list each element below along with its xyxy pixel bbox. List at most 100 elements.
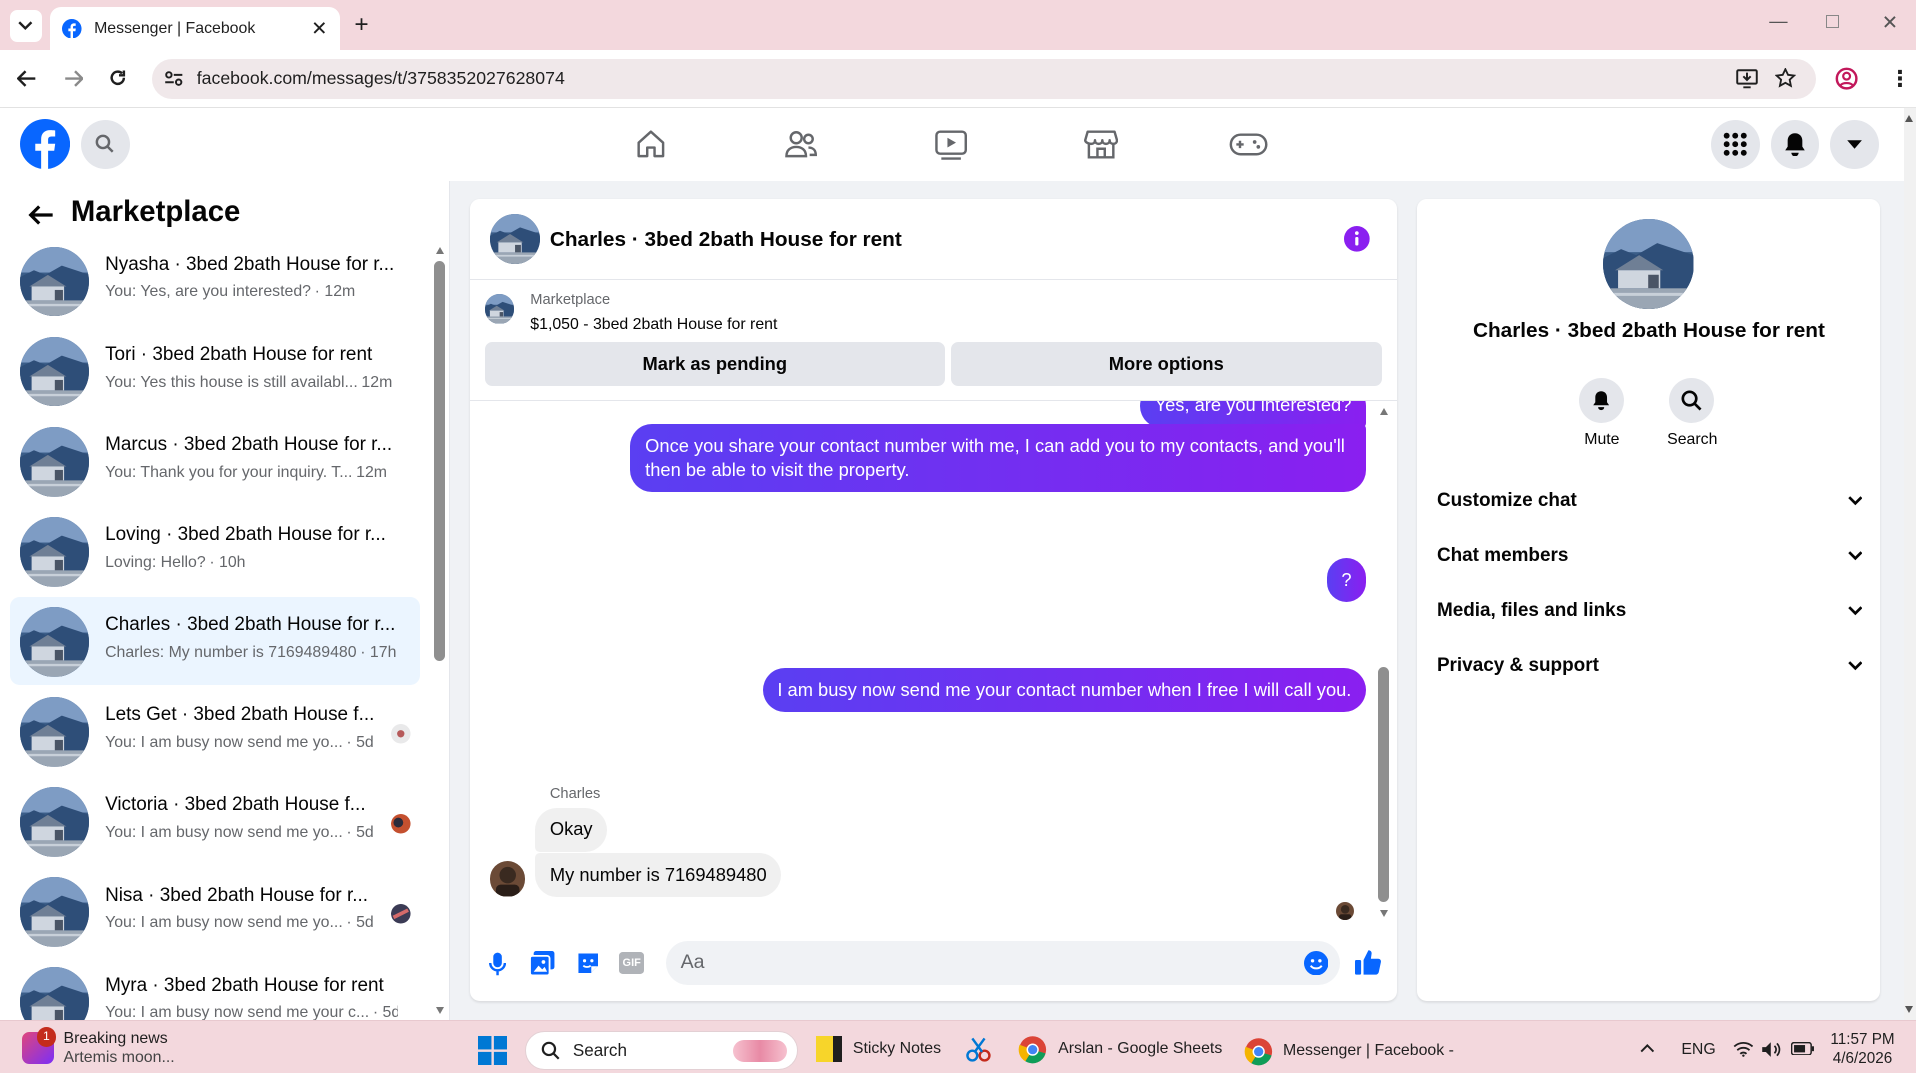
conversation-preview-text: Loving: Hello? (105, 553, 206, 571)
new-tab-button[interactable]: + (354, 11, 368, 39)
facebook-search-button[interactable] (80, 119, 130, 169)
news-widget[interactable]: 1 Breaking news Artemis moon... (21, 1027, 175, 1068)
sticker-icon[interactable] (576, 951, 600, 975)
info-avatar[interactable] (1603, 218, 1694, 310)
back-icon[interactable] (17, 69, 37, 87)
message-bubble-incoming: My number is 7169489480 (535, 852, 782, 897)
notifications-button[interactable] (1770, 119, 1820, 169)
customize-chat-row[interactable]: Customize chat (1437, 474, 1862, 528)
tab-close-icon[interactable]: ✕ (311, 17, 327, 41)
tab-search-button[interactable] (9, 9, 42, 42)
menu-button[interactable] (1710, 119, 1760, 169)
listing-source: Marketplace (530, 292, 611, 309)
window-close-button[interactable]: ✕ (1882, 11, 1898, 35)
friends-icon[interactable] (784, 128, 818, 160)
reload-icon[interactable] (108, 68, 128, 88)
search-icon (541, 1041, 560, 1060)
chat-scrollbar-thumb[interactable] (1378, 667, 1390, 902)
conversation-name: Charles · 3bed 2bath House for r... (105, 614, 396, 636)
profile-icon[interactable] (1835, 67, 1858, 90)
scroll-up-arrow[interactable] (436, 247, 445, 254)
conversation-time: 12m (361, 373, 393, 391)
scroll-down-arrow[interactable] (1379, 910, 1388, 917)
conversation-item[interactable]: Lets Get · 3bed 2bath House f... You: I a… (10, 687, 421, 775)
install-app-icon[interactable] (1736, 69, 1759, 89)
volume-icon[interactable] (1761, 1041, 1782, 1058)
wifi-icon[interactable] (1733, 1041, 1754, 1057)
taskbar-app-google-sheets[interactable]: Arslan - Google Sheets (1018, 1035, 1222, 1064)
forward-icon[interactable] (64, 69, 84, 87)
taskbar-app-messenger[interactable]: Messenger | Facebook - (1244, 1035, 1459, 1068)
search-in-conversation-button[interactable] (1669, 377, 1715, 423)
mute-button[interactable] (1578, 377, 1624, 423)
row-label: Media, files and links (1436, 599, 1627, 621)
site-info-icon[interactable] (164, 70, 184, 87)
conversation-preview: Loving: Hello? · 10h (105, 554, 398, 572)
scroll-down-arrow[interactable] (1904, 1005, 1913, 1013)
conversation-item[interactable]: Marcus · 3bed 2bath House for r... You: T… (10, 417, 421, 505)
windows-start-icon[interactable] (477, 1035, 508, 1066)
message-input[interactable]: Aa (665, 940, 1341, 985)
media-files-links-row[interactable]: Media, files and links (1437, 584, 1862, 638)
scroll-up-arrow[interactable] (1904, 115, 1913, 122)
facebook-header (0, 107, 1904, 181)
browser-menu-icon[interactable]: ⋮ (1889, 66, 1911, 92)
video-icon[interactable] (934, 128, 968, 161)
mark-as-pending-button[interactable]: Mark as pending (485, 342, 945, 387)
battery-icon[interactable] (1791, 1042, 1815, 1056)
conversation-item[interactable]: Nyasha · 3bed 2bath House for r... You: Y… (10, 237, 421, 325)
scroll-down-arrow[interactable] (436, 1006, 445, 1014)
info-icon[interactable] (1344, 226, 1370, 252)
clock[interactable]: 11:57 PM 4/6/2026 (1830, 1030, 1894, 1069)
chat-members-row[interactable]: Chat members (1437, 529, 1862, 583)
chat-title[interactable]: Charles · 3bed 2bath House for rent (550, 228, 902, 252)
conversation-item[interactable]: Loving · 3bed 2bath House for r... Loving… (10, 507, 421, 595)
message-bubble-outgoing: Once you share your contact number with … (630, 423, 1367, 493)
chevron-down-icon (1847, 551, 1862, 561)
conversation-item[interactable]: Victoria · 3bed 2bath House f... You: I a… (10, 777, 421, 865)
back-arrow-icon[interactable] (27, 204, 54, 226)
browser-tab[interactable]: Messenger | Facebook ✕ (50, 7, 340, 51)
facebook-logo-icon[interactable] (19, 118, 70, 169)
language-indicator[interactable]: ENG (1681, 1041, 1715, 1059)
minimize-button[interactable]: — (1769, 10, 1787, 32)
conversation-item[interactable]: Nisa · 3bed 2bath House for r... You: I a… (10, 867, 421, 955)
taskbar-app-sticky-notes[interactable]: Sticky Notes (816, 1035, 941, 1062)
account-button[interactable] (1830, 119, 1880, 169)
snipping-tool-icon[interactable] (965, 1036, 992, 1063)
chevron-up-icon[interactable] (1640, 1043, 1655, 1053)
info-name: Charles · 3bed 2bath House for rent (1472, 318, 1825, 342)
chat-avatar[interactable] (489, 213, 541, 264)
conversation-time: · 10h (209, 553, 246, 571)
listing-title[interactable]: $1,050 - 3bed 2bath House for rent (530, 316, 777, 334)
thumbs-up-icon[interactable] (1355, 949, 1382, 976)
conversation-preview: You: I am busy now send me yo... · 5d (105, 824, 398, 842)
page-scrollbar[interactable] (1903, 107, 1916, 1021)
marketplace-icon[interactable] (1083, 128, 1119, 160)
conversation-item[interactable]: Tori · 3bed 2bath House for rent You: Yes… (10, 327, 421, 415)
row-label: Customize chat (1436, 489, 1577, 511)
restore-button[interactable] (1825, 14, 1839, 29)
chat-header: Charles · 3bed 2bath House for rent (470, 199, 1397, 280)
gif-icon[interactable]: GIF (619, 951, 644, 974)
bookmark-star-icon[interactable] (1775, 68, 1797, 89)
search-icon (95, 135, 114, 153)
sidebar-scrollbar-thumb[interactable] (433, 261, 445, 662)
conversation-item[interactable]: Charles · 3bed 2bath House for r... Charl… (9, 597, 421, 686)
chevron-down-icon (1847, 606, 1862, 616)
scroll-up-arrow[interactable] (1379, 408, 1388, 416)
more-options-button[interactable]: More options (950, 342, 1382, 387)
microphone-icon[interactable] (488, 952, 506, 976)
conversation-time: · 17h (360, 643, 397, 661)
gaming-icon[interactable] (1229, 131, 1268, 158)
conversation-preview-text: You: I am busy now send me yo... (105, 823, 343, 841)
conversation-name: Victoria · 3bed 2bath House f... (105, 794, 366, 816)
taskbar-search[interactable]: Search (525, 1031, 798, 1071)
conversation-item[interactable]: Myra · 3bed 2bath House for rent You: I a… (10, 957, 421, 1021)
message-bubble-outgoing: I am busy now send me your contact numbe… (762, 668, 1367, 713)
photo-icon[interactable] (530, 950, 555, 976)
home-icon[interactable] (635, 128, 667, 160)
privacy-support-row[interactable]: Privacy & support (1437, 639, 1862, 693)
address-bar[interactable]: facebook.com/messages/t/3758352027628074 (151, 58, 1816, 99)
emoji-icon[interactable] (1303, 950, 1329, 976)
